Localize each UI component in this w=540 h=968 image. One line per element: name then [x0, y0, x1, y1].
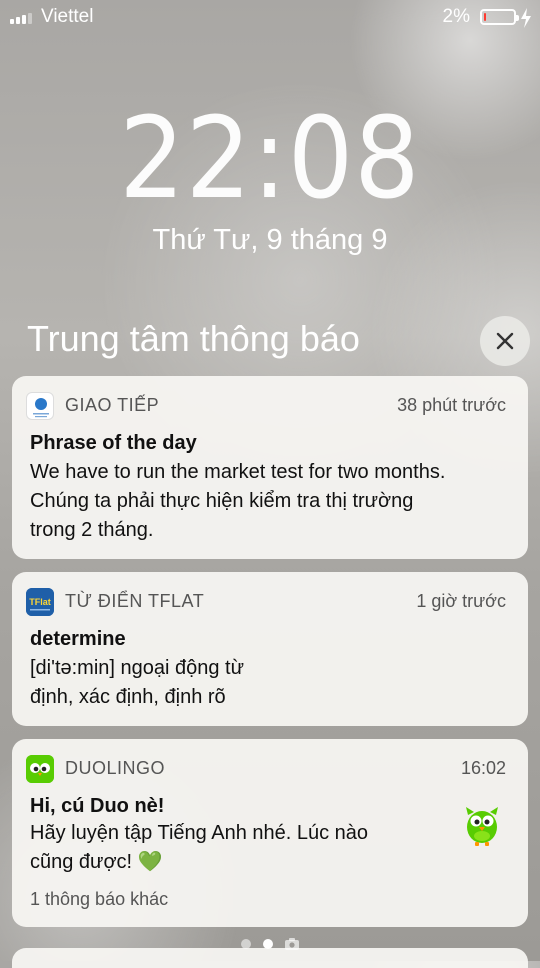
signal-strength-icon: [10, 13, 32, 24]
tflat-app-icon: TFlat: [26, 588, 54, 616]
notification-time: 38 phút trước: [397, 395, 506, 415]
duolingo-app-icon: [26, 755, 54, 783]
page-indicator[interactable]: [0, 938, 540, 950]
notification-card-duolingo[interactable]: DUOLINGO 16:02 Hi, cú Duo nè! Hãy luyện …: [12, 739, 528, 927]
clock-time: 22:08: [119, 94, 421, 224]
notification-body-line: Hãy luyện tập Tiếng Anh nhé. Lúc nào: [30, 822, 369, 844]
notification-app-name: TỪ ĐIỂN TFLAT: [65, 591, 205, 611]
notification-card-giao-tiep[interactable]: GIAO TIẾP 38 phút trước Phrase of the da…: [12, 376, 528, 559]
notification-header: GIAO TIẾP 38 phút trước: [12, 376, 528, 434]
notification-body: [di'tə:min] ngoại động từ định, xác định…: [30, 654, 244, 712]
battery-icon: [480, 9, 519, 25]
notification-body-line: [di'tə:min] ngoại động từ: [30, 657, 245, 679]
giao-tiep-app-icon: [26, 392, 54, 420]
next-notification-peek[interactable]: [12, 948, 528, 968]
camera-icon[interactable]: [285, 938, 299, 950]
notification-body-line: trong 2 tháng.: [30, 519, 154, 541]
clear-notifications-button[interactable]: [480, 316, 530, 366]
notification-body-line: cũng được! 💚: [30, 851, 163, 873]
page-dot[interactable]: [241, 939, 251, 949]
notification-app-name: GIAO TIẾP: [65, 395, 160, 415]
notification-body-line: định, xác định, định rõ: [30, 686, 226, 708]
notification-body-line: Chúng ta phải thực hiện kiểm tra thị trư…: [30, 490, 414, 512]
notification-app-name: DUOLINGO: [65, 758, 166, 778]
charging-bolt-icon: [521, 8, 531, 28]
more-notifications-label[interactable]: 1 thông báo khác: [30, 889, 168, 910]
battery-level: [484, 13, 486, 21]
status-bar: Viettel 2%: [0, 0, 540, 36]
lock-screen-date: Thứ Tư, 9 tháng 9: [152, 224, 388, 256]
duo-owl-icon: [466, 807, 498, 846]
notification-title: Hi, cú Duo nè!: [30, 795, 165, 817]
notification-header: DUOLINGO 16:02: [12, 739, 528, 797]
notification-body: Hãy luyện tập Tiếng Anh nhé. Lúc nào cũn…: [30, 819, 368, 877]
battery-percent: 2%: [442, 6, 470, 27]
tflat-icon-label: TFlat: [29, 597, 51, 607]
lock-screen-clock: 22:08: [0, 103, 540, 215]
notification-body: We have to run the market test for two m…: [30, 458, 445, 545]
page-dot-active[interactable]: [263, 939, 273, 949]
notification-time: 16:02: [460, 758, 506, 778]
notification-title: Phrase of the day: [30, 432, 197, 454]
close-icon: [496, 332, 514, 350]
notification-header: TFlat TỪ ĐIỂN TFLAT 1 giờ trước: [12, 572, 528, 630]
carrier-name: Viettel: [41, 6, 94, 27]
notification-card-tflat[interactable]: TFlat TỪ ĐIỂN TFLAT 1 giờ trước determin…: [12, 572, 528, 726]
notification-title: determine: [30, 628, 126, 650]
notification-body-line: We have to run the market test for two m…: [30, 461, 446, 483]
notification-center-title: Trung tâm thông báo: [27, 318, 360, 359]
notification-time: 1 giờ trước: [416, 591, 506, 611]
